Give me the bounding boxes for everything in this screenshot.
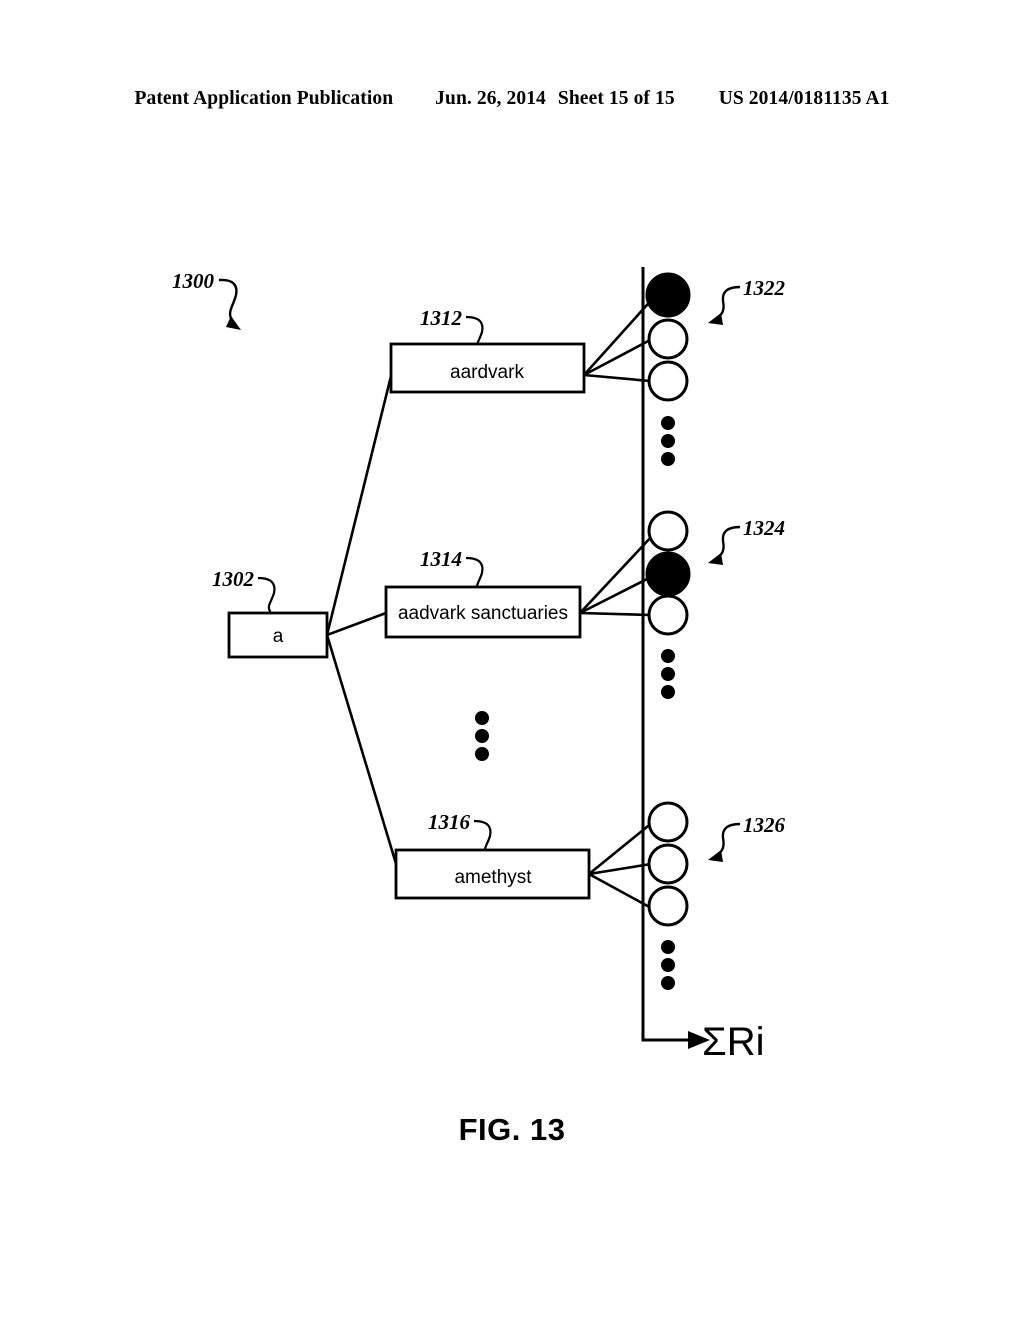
- ref-label-1314: 1314: [420, 547, 462, 571]
- edge-root-to-amethyst: [325, 634, 399, 868]
- leader-line-1302: [257, 576, 276, 614]
- edge-aadvark-sanctuaries-to-result-2: [579, 575, 652, 615]
- node-label-amethyst: amethyst: [454, 867, 532, 888]
- result-group-1322: [645, 272, 691, 466]
- result-group-1324: [645, 510, 691, 699]
- edge-aardvark-to-result-3: [583, 373, 651, 383]
- ref-label-1324: 1324: [743, 516, 785, 540]
- arrowhead-1300: [226, 316, 241, 330]
- result-circle-hollow[interactable]: [647, 594, 689, 636]
- edge-root-to-aardvark: [325, 371, 394, 636]
- result-circle-hollow[interactable]: [647, 801, 689, 843]
- vertical-ellipsis-1324: [661, 649, 675, 699]
- node-label-aardvark: aardvark: [450, 362, 524, 383]
- result-circle-hollow[interactable]: [647, 885, 689, 927]
- vertical-ellipsis-terms: [475, 711, 489, 761]
- ref-label-1312: 1312: [420, 306, 463, 330]
- ref-label-1316: 1316: [428, 810, 471, 834]
- ref-label-1326: 1326: [743, 813, 786, 837]
- output-label-sum-ri: ΣRi: [702, 1020, 765, 1064]
- ref-label-1300: 1300: [172, 269, 215, 293]
- result-circle-hollow[interactable]: [647, 318, 689, 360]
- node-label-aadvark-sanctuaries: aadvark sanctuaries: [398, 603, 568, 624]
- figure-caption: FIG. 13: [458, 1112, 566, 1147]
- edge-root-to-aadvark-sanctuaries: [326, 611, 387, 637]
- result-circle-filled[interactable]: [645, 551, 691, 597]
- result-circle-hollow[interactable]: [647, 843, 689, 885]
- arrowhead-1326: [708, 850, 723, 862]
- leader-line-1300: [218, 278, 238, 322]
- edge-aadvark-sanctuaries-to-result-3: [579, 611, 651, 617]
- result-circle-filled[interactable]: [645, 272, 691, 318]
- result-group-1326: [647, 801, 689, 990]
- result-circle-hollow[interactable]: [647, 510, 689, 552]
- node-label-root: a: [273, 626, 284, 647]
- ref-label-1302: 1302: [212, 567, 255, 591]
- ref-label-1322: 1322: [743, 276, 786, 300]
- result-circle-hollow[interactable]: [647, 360, 689, 402]
- arrowhead-1322: [708, 313, 723, 325]
- vertical-ellipsis-1322: [661, 416, 675, 466]
- vertical-ellipsis-1326: [661, 940, 675, 990]
- arrowhead-1324: [708, 553, 723, 565]
